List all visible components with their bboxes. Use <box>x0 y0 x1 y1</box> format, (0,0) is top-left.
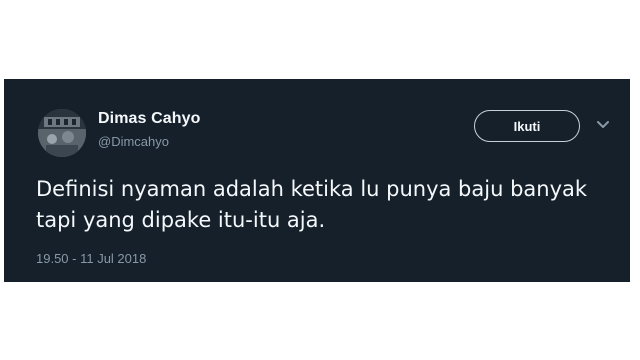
avatar[interactable] <box>38 109 86 157</box>
follow-button[interactable]: Ikuti <box>474 110 580 142</box>
display-name[interactable]: Dimas Cahyo <box>98 110 200 128</box>
avatar-photo-icon <box>38 109 86 157</box>
tweet-timestamp[interactable]: 19.50 - 11 Jul 2018 <box>36 251 146 266</box>
chevron-down-icon[interactable] <box>596 120 610 130</box>
user-handle[interactable]: @Dimcahyo <box>98 134 169 149</box>
tweet-card: Dimas Cahyo @Dimcahyo Ikuti Definisi nya… <box>4 79 630 282</box>
tweet-text: Definisi nyaman adalah ketika lu punya b… <box>36 177 588 232</box>
